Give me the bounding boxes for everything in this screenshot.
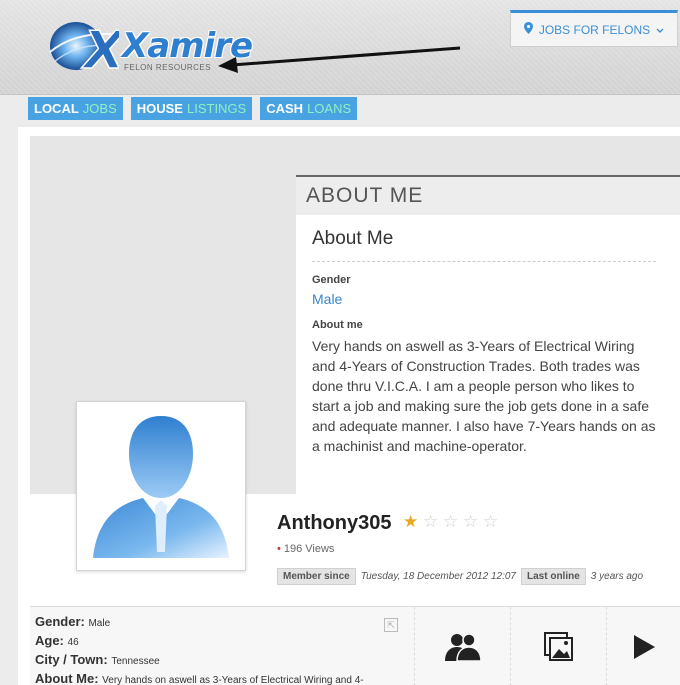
nav-label-highlight: LOANS bbox=[307, 101, 352, 116]
nav-label-highlight: LISTINGS bbox=[186, 101, 247, 116]
photos-button[interactable] bbox=[510, 607, 606, 685]
member-since-value: Tuesday, 18 December 2012 12:07 bbox=[360, 571, 516, 582]
star-half-icon: ★ bbox=[403, 512, 419, 531]
avatar[interactable] bbox=[76, 401, 246, 571]
last-online-value: 3 years ago bbox=[590, 571, 644, 582]
nav-local-jobs[interactable]: LOCAL JOBS bbox=[28, 97, 123, 120]
nav-label: HOUSE bbox=[136, 101, 183, 116]
info-gender: Gender: Male bbox=[35, 614, 111, 629]
star-empty-icon: ☆ bbox=[442, 512, 459, 531]
svg-text:X: X bbox=[81, 21, 119, 78]
photos-icon bbox=[543, 631, 573, 661]
jobs-for-felons-dropdown[interactable]: JOBS FOR FELONS bbox=[510, 10, 678, 47]
gender-value-link[interactable]: Male bbox=[312, 291, 656, 307]
logo-tagline: FELON RESOURCES bbox=[124, 63, 212, 72]
last-online-label: Last online bbox=[521, 568, 586, 585]
gender-label: Gender bbox=[312, 274, 351, 286]
logo-globe-icon: X bbox=[49, 20, 119, 78]
nav-label-highlight: JOBS bbox=[82, 101, 117, 116]
jobs-for-felons-label: JOBS FOR FELONS bbox=[538, 22, 651, 37]
nav-house-listings[interactable]: HOUSE LISTINGS bbox=[130, 97, 253, 120]
profile-username: Anthony305 bbox=[277, 512, 392, 534]
site-header: X Xamire FELON RESOURCES JOBS FOR FELONS bbox=[0, 0, 680, 95]
chevron-down-icon bbox=[656, 23, 664, 37]
views-text: 196 Views bbox=[283, 543, 335, 555]
rating-stars: ★ ☆ ☆ ☆ ☆ bbox=[403, 512, 498, 532]
map-pin-icon bbox=[523, 22, 533, 37]
star-empty-icon: ☆ bbox=[462, 512, 479, 531]
expand-icon[interactable]: ⇱ bbox=[384, 618, 398, 632]
member-meta: Member since Tuesday, 18 December 2012 1… bbox=[277, 568, 643, 585]
star-empty-icon: ☆ bbox=[422, 512, 439, 531]
about-me-box: ABOUT ME About Me Gender Male About me V… bbox=[296, 175, 680, 495]
friends-icon bbox=[444, 632, 482, 662]
profile-info: Gender: Male Age: 46 City / Town: Tennes… bbox=[35, 613, 405, 685]
profile-info-bar: Gender: Male Age: 46 City / Town: Tennes… bbox=[30, 606, 680, 685]
about-me-header: ABOUT ME bbox=[296, 177, 680, 215]
info-city: City / Town: Tennessee bbox=[35, 652, 160, 667]
views-count: • 196 Views bbox=[277, 543, 334, 555]
top-nav: LOCAL JOBS HOUSE LISTINGS CASH LOANS bbox=[28, 97, 358, 120]
friends-button[interactable] bbox=[414, 607, 510, 685]
about-me-title: About Me bbox=[312, 228, 656, 262]
about-label: About me bbox=[312, 319, 363, 331]
play-icon bbox=[633, 634, 655, 659]
nav-cash-loans[interactable]: CASH LOANS bbox=[260, 97, 358, 120]
info-about: About Me: Very hands on aswell as 3-Year… bbox=[35, 671, 364, 685]
info-age: Age: 46 bbox=[35, 633, 79, 648]
bullet-icon: • bbox=[277, 543, 281, 555]
star-empty-icon: ☆ bbox=[482, 512, 499, 531]
arrow-annotation bbox=[218, 46, 461, 73]
about-text: Very hands on aswell as 3-Years of Elect… bbox=[312, 338, 656, 454]
nav-label: LOCAL bbox=[34, 101, 79, 116]
videos-button[interactable] bbox=[606, 607, 680, 685]
user-silhouette-icon bbox=[93, 416, 229, 558]
nav-label: CASH bbox=[266, 101, 304, 116]
member-since-label: Member since bbox=[277, 568, 356, 585]
site-logo[interactable]: X Xamire FELON RESOURCES bbox=[44, 12, 253, 78]
